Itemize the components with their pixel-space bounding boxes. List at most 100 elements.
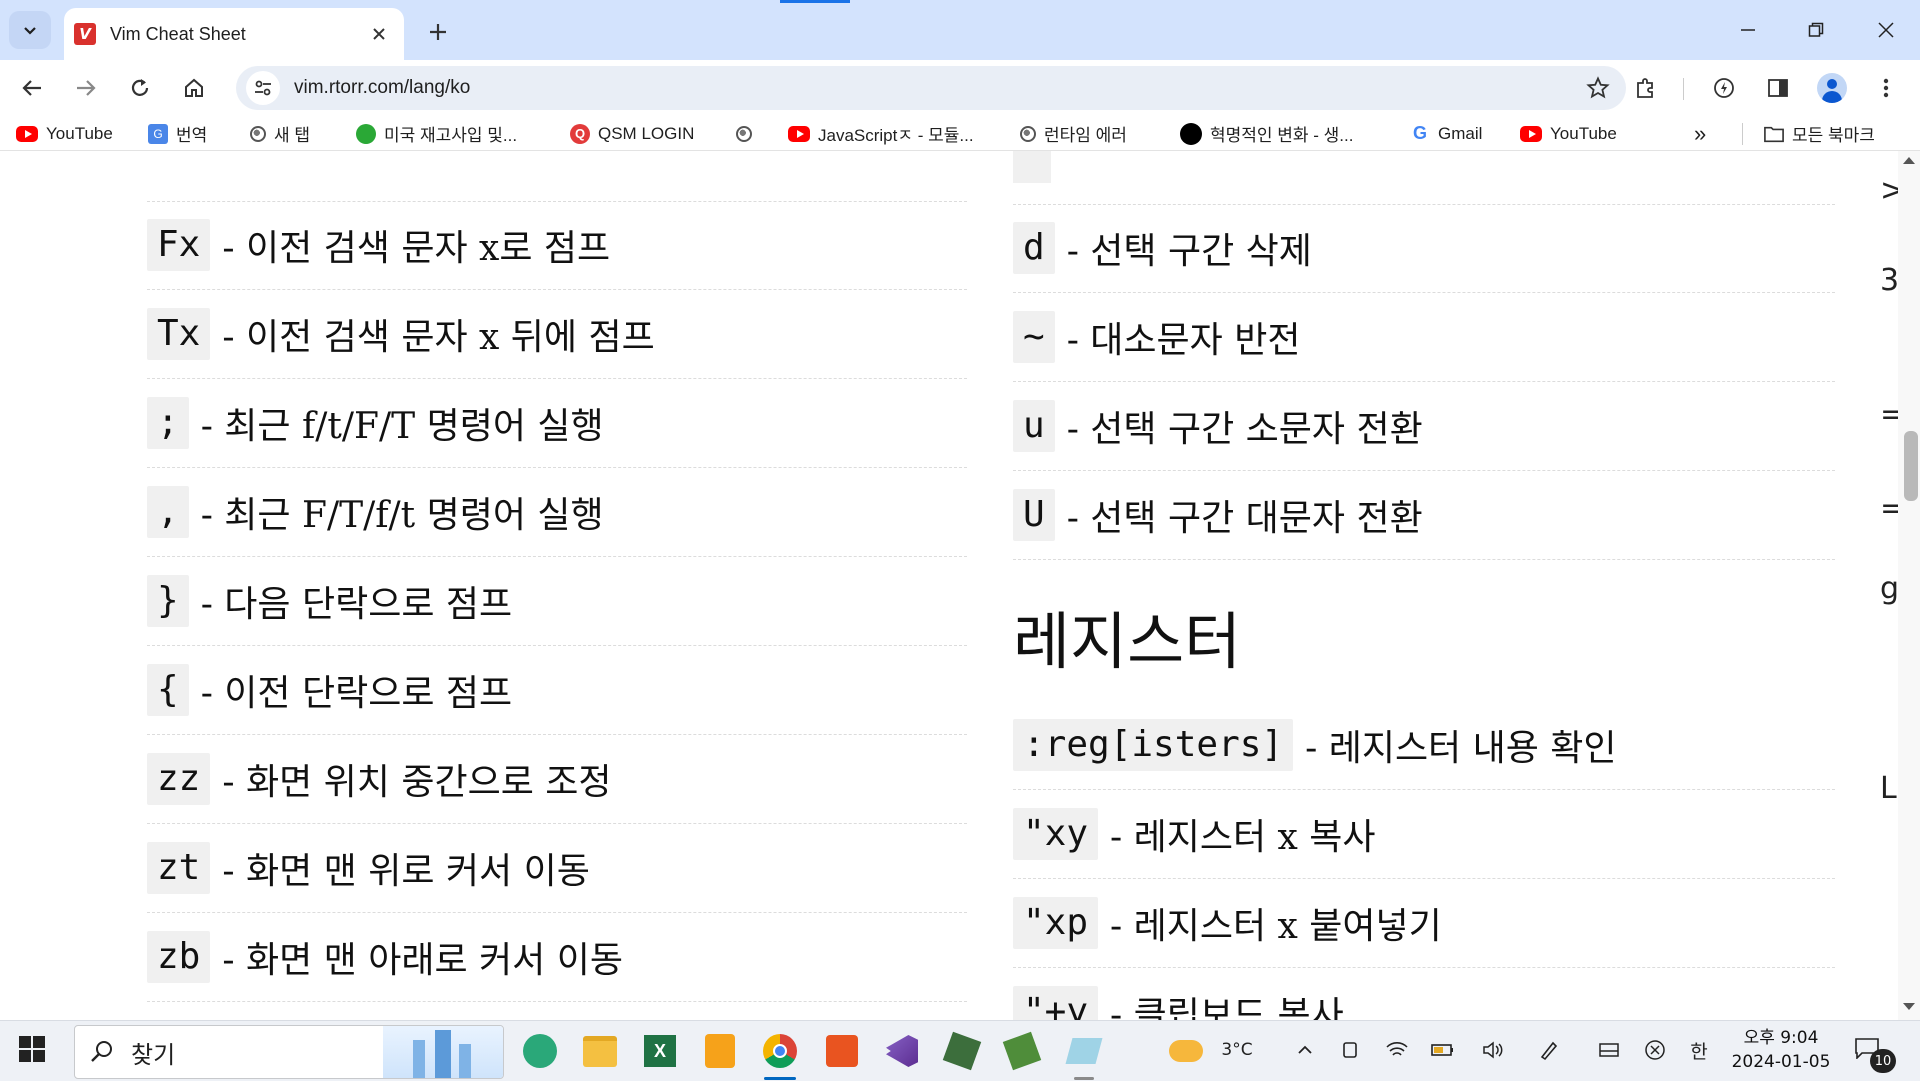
tab-close-button[interactable]	[364, 19, 394, 49]
all-bookmarks-button[interactable]: 모든 북마크	[1764, 119, 1875, 149]
taskbar-app-excel[interactable]: X	[638, 1029, 682, 1073]
performance-button[interactable]	[1706, 70, 1742, 106]
pen-icon	[1540, 1041, 1558, 1061]
site-info-button[interactable]	[246, 71, 280, 105]
taskbar-clock[interactable]: 오후 9:04 2024-01-05	[1726, 1026, 1836, 1074]
taskbar-search-box[interactable]: 찾기	[74, 1025, 504, 1079]
extensions-button[interactable]	[1628, 70, 1664, 106]
key-description: - 레지스터 내용 확인	[1305, 728, 1617, 769]
key-code: u	[1013, 400, 1055, 452]
taskbar-app-ubuntu[interactable]	[820, 1029, 864, 1073]
bookmark-gmail[interactable]: G Gmail	[1410, 119, 1482, 149]
youtube-icon	[16, 125, 38, 142]
key-description: - 최근 f/t/F/T 명령어 실행	[200, 406, 604, 447]
forward-button[interactable]	[68, 70, 104, 106]
bookmark-label: JavaScriptㅈ - 모듈...	[818, 126, 974, 145]
third-column-sliver: > 3 = = g L	[1880, 151, 1905, 1020]
page-content: Fx - 이전 검색 문자 x로 점프 Tx - 이전 검색 문자 x 뒤에 점…	[0, 151, 1920, 1020]
cheat-row: { - 이전 단락으로 점프	[147, 646, 967, 735]
key-description: - 이전 단락으로 점프	[200, 673, 513, 714]
bookmark-globe[interactable]	[736, 119, 760, 149]
ime-mode-indicator[interactable]: 한	[1684, 1035, 1714, 1065]
translate-icon: G	[148, 123, 168, 144]
search-highlight-illustration	[383, 1026, 503, 1078]
bookmark-star-button[interactable]	[1580, 70, 1616, 106]
bookmark-qsm-login[interactable]: Q QSM LOGIN	[570, 119, 694, 149]
wifi-button[interactable]	[1382, 1035, 1412, 1065]
search-icon	[91, 1041, 112, 1062]
side-panel-button[interactable]	[1760, 70, 1796, 106]
ime-status-button[interactable]	[1640, 1035, 1670, 1065]
google-icon: G	[1412, 123, 1427, 143]
notification-center-button[interactable]: 10	[1850, 1035, 1900, 1075]
tab-search-button[interactable]	[9, 11, 51, 49]
key-description: - 클립보드 복사	[1110, 995, 1344, 1020]
vertical-scrollbar[interactable]	[1898, 151, 1920, 1020]
bookmark-youtube-2[interactable]: YouTube	[1520, 119, 1617, 149]
youtube-icon	[788, 125, 810, 142]
globe-icon	[250, 125, 266, 142]
key-code: ~	[1013, 311, 1055, 363]
menu-button[interactable]	[1868, 70, 1904, 106]
close-icon	[373, 28, 385, 40]
back-button[interactable]	[14, 70, 50, 106]
bookmark-us-stock[interactable]: 미국 재고사입 및...	[356, 119, 517, 149]
key-description: - 선택 구간 대문자 전환	[1066, 498, 1423, 539]
taskbar-app-file-explorer[interactable]	[578, 1029, 622, 1073]
volume-button[interactable]	[1478, 1035, 1508, 1065]
close-window-button[interactable]	[1858, 8, 1914, 52]
bookmarks-overflow-button[interactable]: »	[1694, 119, 1706, 149]
minimize-button[interactable]	[1720, 8, 1776, 52]
pen-button[interactable]	[1534, 1035, 1564, 1065]
taskbar-app-visual-studio[interactable]	[880, 1029, 924, 1073]
taskbar-app-tool-2[interactable]	[1000, 1029, 1044, 1073]
tune-icon	[255, 80, 271, 96]
edge-glyph: g	[1880, 571, 1900, 606]
profile-button[interactable]	[1814, 70, 1850, 106]
battery-icon	[1431, 1044, 1453, 1056]
scroll-down-arrow-icon[interactable]	[1903, 1003, 1915, 1010]
cheat-row: zb - 화면 맨 아래로 커서 이동	[147, 913, 967, 1002]
bookmark-new-tab[interactable]: 새 탭	[250, 119, 310, 149]
taskbar-app-tool-3[interactable]	[1062, 1029, 1106, 1080]
key-description: - 이전 검색 문자 x 뒤에 점프	[222, 317, 655, 358]
taskbar-app-chrome[interactable]	[758, 1029, 802, 1080]
key-code: {	[147, 664, 189, 716]
volume-icon	[1483, 1041, 1503, 1059]
reload-icon	[131, 79, 149, 96]
key-code: ,	[147, 486, 189, 538]
bookmark-youtube[interactable]: YouTube	[16, 119, 113, 149]
taskbar-app-bandizip[interactable]	[698, 1029, 742, 1073]
new-tab-button[interactable]	[420, 14, 456, 50]
reload-button[interactable]	[122, 70, 158, 106]
cheat-row: ; - 최근 f/t/F/T 명령어 실행	[147, 379, 967, 468]
home-button[interactable]	[176, 70, 212, 106]
bookmark-translate[interactable]: G 번역	[148, 119, 207, 149]
weather-widget[interactable]	[1164, 1029, 1208, 1073]
keyboard-button[interactable]	[1594, 1035, 1624, 1065]
bookmark-javascript[interactable]: JavaScriptㅈ - 모듈...	[788, 119, 974, 149]
row-divider	[1013, 151, 1835, 205]
tab-active[interactable]: V Vim Cheat Sheet	[64, 8, 404, 60]
dot-icon	[1180, 122, 1202, 145]
vim-favicon-icon: V	[74, 23, 96, 45]
scrollbar-thumb[interactable]	[1904, 431, 1918, 501]
restore-button[interactable]	[1788, 8, 1844, 52]
tray-overflow-button[interactable]	[1290, 1035, 1320, 1065]
battery-button[interactable]	[1428, 1035, 1458, 1065]
cheat-row: Fx - 이전 검색 문자 x로 점프	[147, 201, 967, 290]
taskbar-app-tool-1[interactable]	[940, 1029, 984, 1073]
tray-app-icon[interactable]	[1336, 1035, 1366, 1065]
cheat-row: U - 선택 구간 대문자 전환	[1013, 471, 1835, 560]
double-chevron-icon: »	[1694, 120, 1707, 146]
cheat-row: u - 선택 구간 소문자 전환	[1013, 382, 1835, 471]
bookmark-runtime-error[interactable]: 런타임 에러	[1020, 119, 1127, 149]
start-button[interactable]	[18, 1035, 52, 1069]
taskbar-app-chatgpt[interactable]	[518, 1029, 562, 1073]
address-bar[interactable]: vim.rtorr.com/lang/ko	[236, 66, 1626, 110]
cheat-row: "xp - 레지스터 x 붙여넣기	[1013, 879, 1835, 968]
arrow-left-icon	[22, 80, 41, 96]
scroll-up-arrow-icon[interactable]	[1903, 157, 1915, 164]
bookmark-revolution[interactable]: 혁명적인 변화 - 생...	[1180, 119, 1353, 149]
star-icon	[1586, 76, 1610, 99]
